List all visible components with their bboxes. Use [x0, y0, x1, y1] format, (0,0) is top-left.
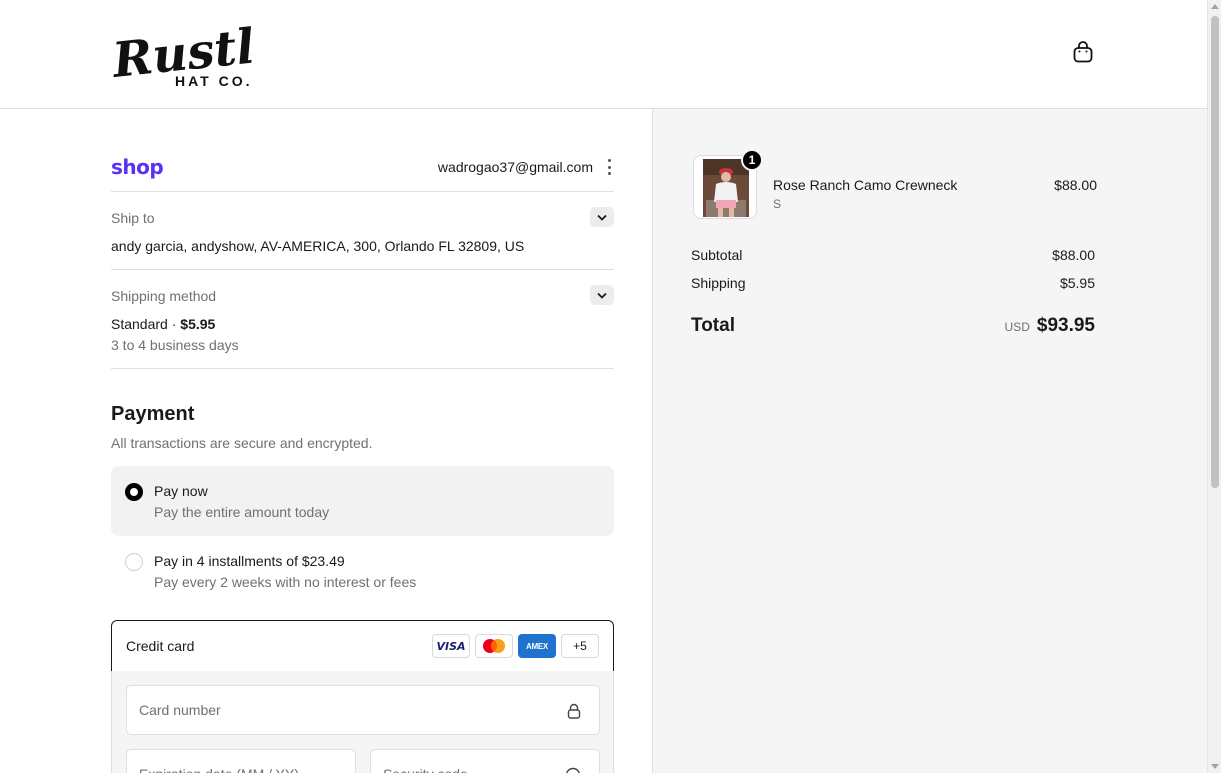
card-brand-icons: VISA AMEX +5	[432, 634, 599, 658]
shipping-eta: 3 to 4 business days	[111, 337, 239, 353]
shopping-bag-icon	[1073, 40, 1093, 68]
rustler-hat-co-logo[interactable]: Rustler HAT CO.	[108, 12, 316, 90]
lock-icon	[567, 703, 581, 724]
scrollbar-thumb[interactable]	[1211, 16, 1219, 488]
ship-to-address: andy garcia, andyshow, AV-AMERICA, 300, …	[111, 238, 525, 254]
currency-code: USD	[1004, 320, 1030, 334]
page-scrollbar[interactable]	[1207, 0, 1221, 773]
item-variant: S	[773, 197, 782, 211]
site-header: Rustler HAT CO.	[0, 0, 1207, 109]
ship-to-label: Ship to	[111, 210, 155, 226]
cart-button[interactable]	[1070, 40, 1096, 68]
scroll-up-arrow-icon[interactable]	[1211, 4, 1219, 9]
security-code-field[interactable]	[370, 749, 600, 773]
installments-option[interactable]: Pay in 4 installments of $23.49 Pay ever…	[111, 536, 614, 606]
installments-radio[interactable]	[125, 553, 143, 571]
pay-now-title: Pay now	[154, 483, 208, 499]
divider	[111, 191, 614, 192]
total-value: USD $93.95	[1005, 315, 1095, 337]
order-summary: 1 Rose Ranch Camo Crewneck S $88.00 Subt…	[652, 109, 1207, 773]
quantity-badge: 1	[741, 149, 763, 171]
more-card-brands-badge: +5	[561, 634, 599, 658]
visa-icon: VISA	[432, 634, 470, 658]
ship-to-expand-button[interactable]	[590, 207, 614, 227]
card-number-input[interactable]	[139, 686, 561, 734]
amex-icon: AMEX	[518, 634, 556, 658]
shipping-method-expand-button[interactable]	[590, 285, 614, 305]
pay-now-option[interactable]: Pay now Pay the entire amount today	[111, 466, 614, 536]
scroll-down-arrow-icon[interactable]	[1211, 764, 1219, 769]
item-name: Rose Ranch Camo Crewneck	[773, 177, 958, 193]
help-icon[interactable]	[565, 767, 581, 773]
shipping-method-separator: ·	[167, 316, 181, 332]
installments-title: Pay in 4 installments of $23.49	[154, 553, 345, 569]
shipping-row: Shipping $5.95	[691, 275, 1095, 291]
pay-now-subtitle: Pay the entire amount today	[154, 504, 330, 520]
subtotal-value: $88.00	[1052, 247, 1095, 263]
shop-account-row: shop wadrogao37@gmail.com	[111, 153, 614, 191]
subtotal-row: Subtotal $88.00	[691, 247, 1095, 263]
payment-subtitle: All transactions are secure and encrypte…	[111, 435, 373, 451]
more-options-icon[interactable]	[606, 159, 612, 175]
divider	[111, 269, 614, 270]
credit-card-option[interactable]: Credit card VISA AMEX +5	[111, 620, 614, 672]
security-code-input[interactable]	[383, 750, 561, 773]
shipping-method-price: $5.95	[180, 316, 216, 332]
credit-card-label: Credit card	[126, 638, 195, 654]
chevron-down-icon	[597, 286, 607, 304]
shipping-method-label: Shipping method	[111, 288, 217, 304]
mastercard-icon	[475, 634, 513, 658]
shipping-method-name: Standard	[111, 316, 168, 332]
expiration-field[interactable]	[126, 749, 356, 773]
card-number-field[interactable]	[126, 685, 600, 735]
installments-subtitle: Pay every 2 weeks with no interest or fe…	[154, 574, 417, 590]
payment-title: Payment	[111, 403, 195, 425]
line-item: 1 Rose Ranch Camo Crewneck S $88.00	[693, 149, 1097, 221]
divider	[111, 368, 614, 369]
total-amount: $93.95	[1036, 315, 1095, 336]
subtotal-label: Subtotal	[691, 247, 743, 263]
shop-pay-logo: shop	[111, 155, 164, 179]
account-email: wadrogao37@gmail.com	[437, 159, 593, 175]
shipping-label: Shipping	[691, 275, 746, 291]
chevron-down-icon	[597, 208, 607, 226]
credit-card-form	[111, 671, 614, 773]
shipping-method-value: Standard · $5.95	[111, 316, 215, 332]
total-label: Total	[691, 315, 735, 336]
expiration-input[interactable]	[139, 750, 317, 773]
pay-now-radio[interactable]	[125, 483, 143, 501]
svg-text:HAT CO.: HAT CO.	[175, 73, 253, 89]
shipping-value: $5.95	[1059, 275, 1095, 291]
item-price: $88.00	[1054, 177, 1097, 193]
